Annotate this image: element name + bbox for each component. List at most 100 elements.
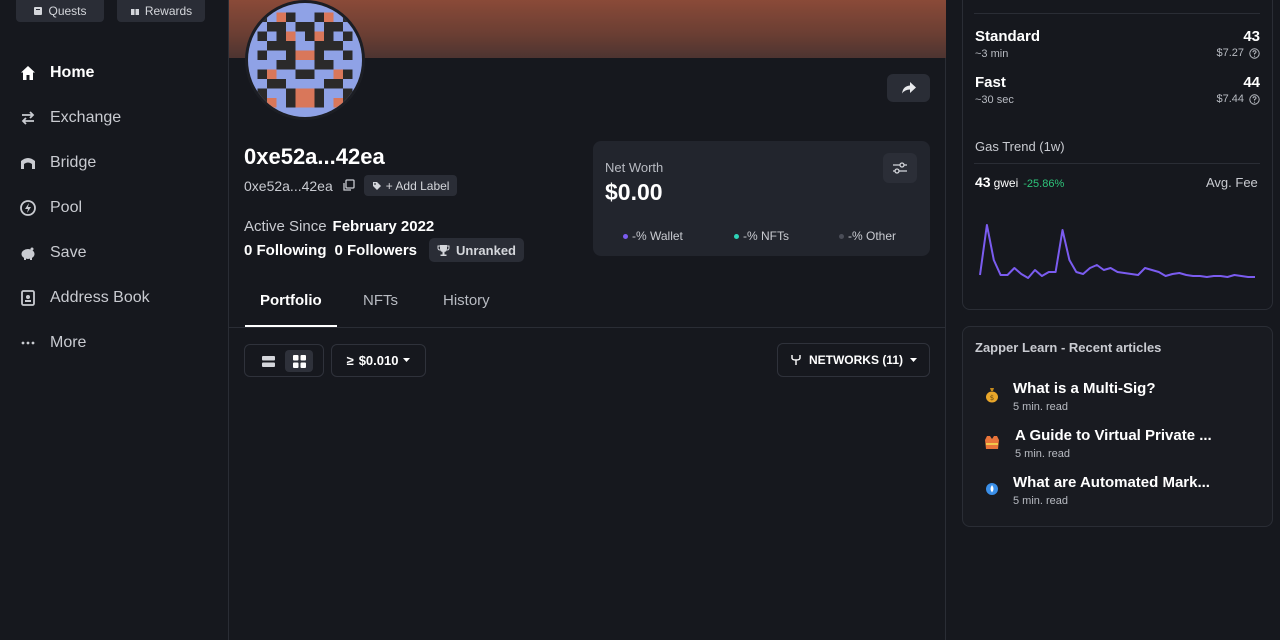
active-since: Active Since February 2022 xyxy=(244,218,434,235)
gas-trend-value: 43 xyxy=(975,174,991,190)
gas-gwei-value: 43 xyxy=(1243,28,1260,45)
learn-title: Zapper Learn - Recent articles xyxy=(975,340,1162,355)
share-icon xyxy=(901,82,916,94)
chevron-down-icon xyxy=(403,358,411,362)
net-worth-label: Net Worth xyxy=(605,160,664,175)
rewards-button[interactable]: Rewards xyxy=(117,0,205,22)
grid-view-button[interactable] xyxy=(285,350,313,372)
legend-wallet: -% Wallet xyxy=(623,229,683,243)
legend-dot xyxy=(839,233,844,239)
sidebar-item-label: More xyxy=(50,333,87,351)
article-read-time: 5 min. read xyxy=(1015,448,1071,460)
gas-usd-value: $7.27 xyxy=(1216,47,1244,59)
sidebar-item-bridge[interactable]: Bridge xyxy=(0,140,228,185)
article-title: A Guide to Virtual Private ... xyxy=(1015,427,1212,444)
sidebar-nav: Home Exchange Bridge Pool Save Address B… xyxy=(0,50,228,365)
tab-history[interactable]: History xyxy=(443,292,490,309)
add-label-text: + Add Label xyxy=(385,178,450,193)
quests-button[interactable]: Quests xyxy=(16,0,104,22)
active-tab-indicator xyxy=(245,325,337,327)
quests-label: Quests xyxy=(48,4,87,18)
list-view-button[interactable] xyxy=(254,350,282,372)
sidebar-item-label: Home xyxy=(50,63,95,81)
piggy-bank-icon xyxy=(19,244,37,262)
sidebar-item-address-book[interactable]: Address Book xyxy=(0,275,228,320)
droplet-icon xyxy=(983,480,1001,498)
gas-trend-chart xyxy=(979,224,1255,279)
net-worth-card: Net Worth $0.00 -% Wallet -% NFTs -% Oth… xyxy=(593,141,930,256)
exchange-icon xyxy=(19,109,37,127)
follow-row: 0 Following 0 Followers Unranked xyxy=(244,238,524,262)
gas-speed-name: Fast xyxy=(975,74,1006,91)
avg-fee-label[interactable]: Avg. Fee xyxy=(1206,175,1258,190)
address-row: 0xe52a...42ea + Add Label xyxy=(244,175,458,196)
vest-icon xyxy=(983,433,1001,451)
more-icon xyxy=(19,334,37,352)
net-worth-value: $0.00 xyxy=(605,179,663,205)
gas-time: ~3 min xyxy=(975,48,1009,60)
legend-dot xyxy=(623,233,628,239)
view-toggle xyxy=(244,344,324,377)
sliders-icon xyxy=(893,162,907,174)
networks-label: NETWORKS (11) xyxy=(808,353,903,367)
gas-usd: $7.44 xyxy=(1216,93,1260,105)
gas-usd: $7.27 xyxy=(1216,47,1260,59)
sidebar-item-label: Pool xyxy=(50,198,83,216)
top-chips: Quests Rewards xyxy=(16,0,205,22)
divider xyxy=(974,13,1260,14)
copy-icon[interactable] xyxy=(342,179,355,192)
help-icon[interactable] xyxy=(1249,93,1260,105)
gas-gwei-value: 44 xyxy=(1243,74,1260,91)
sidebar-item-pool[interactable]: Pool xyxy=(0,185,228,230)
following-count[interactable]: 0 Following xyxy=(244,242,327,259)
article-title: What is a Multi-Sig? xyxy=(1013,380,1156,397)
avatar xyxy=(245,0,365,120)
pool-icon xyxy=(19,199,37,217)
gas-trend-stats: 43 gwei -25.86% xyxy=(975,174,1064,190)
article-read-time: 5 min. read xyxy=(1013,495,1069,507)
legend-label: -% Wallet xyxy=(632,229,683,243)
list-icon xyxy=(261,355,275,367)
help-icon[interactable] xyxy=(1249,47,1260,59)
networks-filter[interactable]: NETWORKS (11) xyxy=(777,343,930,377)
sidebar-item-label: Address Book xyxy=(50,288,150,306)
sidebar-item-more[interactable]: More xyxy=(0,320,228,365)
active-since-value: February 2022 xyxy=(332,218,435,235)
gas-trend-change: -25.86% xyxy=(1023,178,1065,190)
sidebar-item-label: Exchange xyxy=(50,108,122,126)
rewards-label: Rewards xyxy=(144,4,193,18)
net-worth-settings-button[interactable] xyxy=(883,153,917,183)
legend-label: -% NFTs xyxy=(743,229,789,243)
tab-nfts[interactable]: NFTs xyxy=(363,292,398,309)
share-button[interactable] xyxy=(887,74,930,102)
profile-tabs: Portfolio NFTs History xyxy=(229,280,946,328)
gas-trend-series-line xyxy=(979,224,1255,279)
gas-trend-title: Gas Trend (1w) xyxy=(975,139,1065,154)
network-fork-icon xyxy=(791,355,801,365)
gas-usd-value: $7.44 xyxy=(1216,93,1244,105)
rank-label: Unranked xyxy=(456,242,516,258)
sidebar-item-label: Save xyxy=(50,243,87,261)
sidebar-item-exchange[interactable]: Exchange xyxy=(0,95,228,140)
followers-count[interactable]: 0 Followers xyxy=(335,242,418,259)
sidebar: Quests Rewards Home Exchange Bridge Pool… xyxy=(0,0,229,640)
rank-badge[interactable]: Unranked xyxy=(429,238,524,262)
gas-speed-name: Standard xyxy=(975,28,1041,45)
active-since-label: Active Since xyxy=(244,218,327,235)
home-icon xyxy=(19,64,37,82)
legend-other: -% Other xyxy=(839,229,896,243)
gas-time: ~30 sec xyxy=(975,94,1014,106)
address-book-icon xyxy=(19,289,37,307)
chevron-down-icon xyxy=(910,357,917,362)
sidebar-item-save[interactable]: Save xyxy=(0,230,228,275)
sidebar-item-home[interactable]: Home xyxy=(0,50,228,95)
bridge-icon xyxy=(19,154,37,172)
tag-icon xyxy=(372,181,381,190)
trophy-icon xyxy=(437,244,450,256)
legend-dot xyxy=(734,233,739,239)
min-value-label: $0.010 xyxy=(358,353,399,368)
min-value-filter[interactable]: ≥ $0.010 xyxy=(331,344,426,377)
svg-text:$: $ xyxy=(990,394,994,402)
tab-portfolio[interactable]: Portfolio xyxy=(260,292,322,309)
add-label-button[interactable]: + Add Label xyxy=(363,175,458,196)
